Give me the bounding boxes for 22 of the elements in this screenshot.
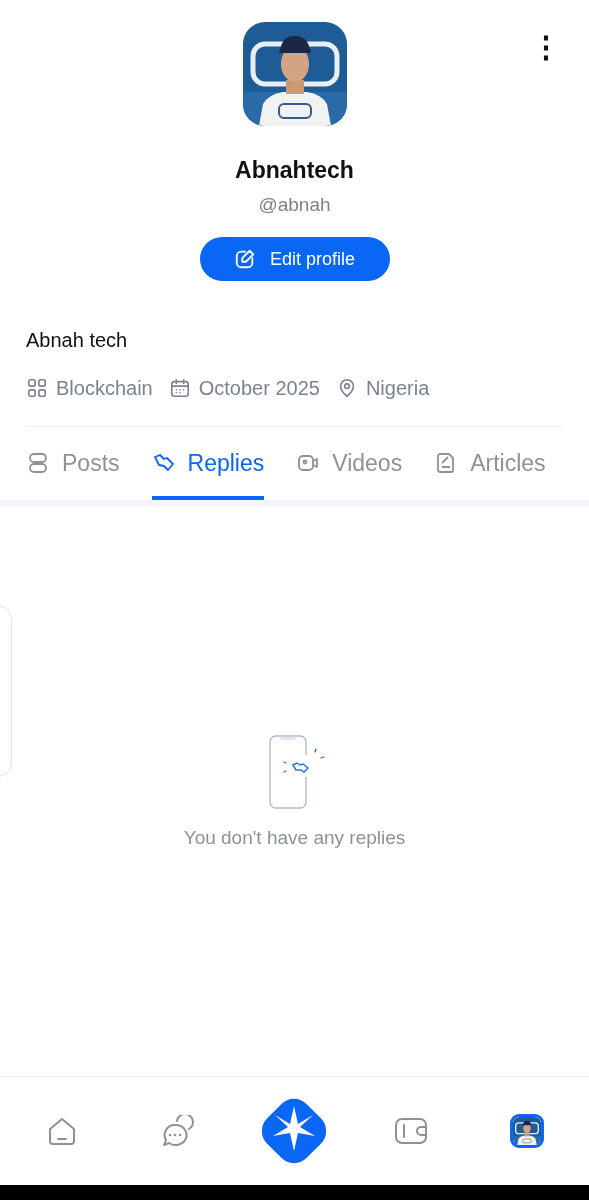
profile-tab[interactable]: Posts (26, 427, 120, 500)
profile-tab[interactable]: Videos (296, 427, 403, 500)
stack-icon (26, 451, 50, 475)
profile-meta-text: Nigeria (365, 376, 430, 400)
profile-tab[interactable]: Replies (151, 427, 265, 500)
nodes-icon (26, 377, 48, 399)
profile-meta-text: October 2025 (198, 376, 320, 400)
profile-tab[interactable]: Articles (434, 427, 546, 500)
edit-profile-button[interactable]: Edit profile (199, 237, 390, 281)
profile-nav-button[interactable] (509, 1114, 544, 1148)
nav-wallet-button[interactable] (393, 1116, 428, 1146)
profile-meta-text: Blockchain (56, 376, 153, 400)
pencil-icon (233, 248, 256, 270)
calendar-icon (168, 377, 191, 399)
profile-name: Abnahtech (235, 157, 354, 183)
wallet-icon (393, 1116, 428, 1146)
profile-handle: @abnah (258, 194, 331, 216)
empty-state-message: You don't have any replies (183, 827, 406, 849)
more-menu-button[interactable]: ⋮ (531, 30, 561, 64)
chat-bubbles-icon (161, 1115, 196, 1147)
nav-chats-button[interactable] (161, 1115, 196, 1147)
profile-bio: Abnah tech (26, 328, 129, 352)
